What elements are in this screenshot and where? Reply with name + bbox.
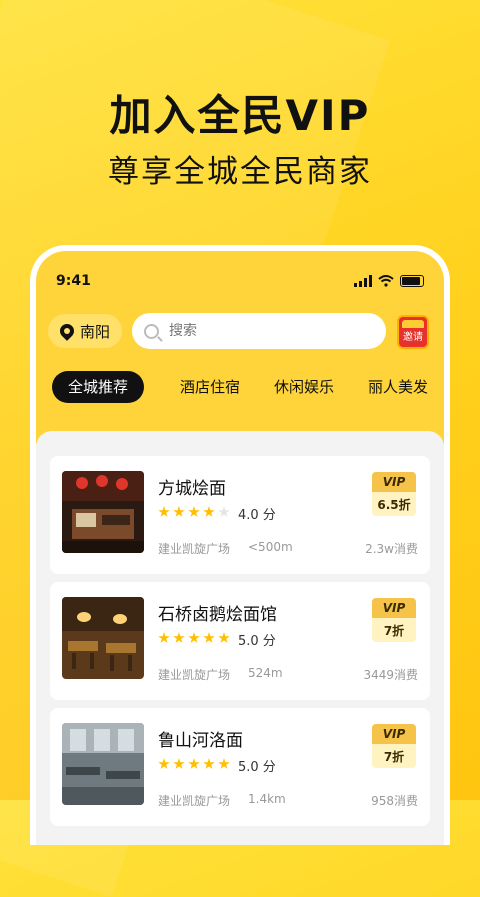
merchant-name: 方城烩面 [158, 479, 226, 499]
status-icons [354, 275, 424, 287]
location-selector[interactable]: 南阳 [48, 314, 122, 348]
search-input[interactable] [167, 322, 351, 340]
status-time: 9:41 [56, 273, 91, 289]
merchant-card[interactable]: 石桥卤鹅烩面馆 5.0 分 建业凯旋广场 524m 3449消费 VIP 7折 [50, 582, 430, 700]
vip-label: VIP [372, 724, 416, 744]
merchant-distance: 1.4km [248, 792, 286, 806]
merchant-photo [62, 723, 144, 805]
invite-button[interactable]: 邀请 [397, 315, 429, 349]
merchant-photo [62, 471, 144, 553]
star-rating [158, 758, 230, 770]
rating-text: 5.0 分 [238, 634, 276, 649]
merchant-spend: 2.3w消费 [365, 542, 418, 556]
merchant-address: 建业凯旋广场 [158, 794, 231, 808]
star-icon [203, 758, 215, 769]
merchant-list: 方城烩面 4.0 分 建业凯旋广场 <500m 2.3w消费 VIP 6.5折 [36, 431, 444, 845]
star-icon [188, 632, 200, 643]
hero-title: 加入全民VIP [109, 91, 371, 140]
signal-icon [354, 275, 372, 287]
tab-recommend[interactable]: 全城推荐 [52, 371, 145, 403]
star-empty-icon [218, 506, 230, 517]
star-icon [218, 758, 230, 769]
rating-text: 5.0 分 [238, 760, 276, 775]
merchant-card[interactable]: 鲁山河洛面 5.0 分 建业凯旋广场 1.4km 958消费 VIP 7折 [50, 708, 430, 826]
battery-icon [400, 275, 424, 287]
star-icon [203, 632, 215, 643]
star-icon [158, 758, 170, 769]
tab-hotel[interactable]: 酒店住宿 [180, 371, 240, 403]
location-city: 南阳 [79, 322, 110, 341]
merchant-distance: <500m [248, 540, 293, 554]
vip-discount-badge: VIP 7折 [372, 598, 416, 642]
discount-label: 6.5折 [377, 497, 411, 512]
location-pin-icon [57, 321, 77, 341]
category-tabs: 全城推荐 酒店住宿 休闲娱乐 丽人美发 [52, 371, 444, 403]
phone-frame: 9:41 南阳 邀请 全城推荐 酒店住宿 休闲娱乐 丽人美发 [30, 245, 450, 845]
rating-text: 4.0 分 [238, 508, 276, 523]
star-icon [173, 758, 185, 769]
status-bar: 9:41 [36, 273, 444, 291]
hero-subtitle: 尊享全城全民商家 [108, 154, 372, 190]
wifi-icon [378, 275, 394, 287]
star-icon [188, 506, 200, 517]
merchant-address: 建业凯旋广场 [158, 542, 231, 556]
discount-label: 7折 [383, 749, 405, 764]
star-icon [173, 632, 185, 643]
star-icon [173, 506, 185, 517]
tab-beauty[interactable]: 丽人美发 [368, 371, 428, 403]
star-icon [158, 632, 170, 643]
tab-entertainment[interactable]: 休闲娱乐 [274, 371, 334, 403]
search-icon [144, 323, 159, 339]
star-icon [218, 632, 230, 643]
merchant-name: 鲁山河洛面 [158, 731, 243, 751]
vip-discount-badge: VIP 7折 [372, 724, 416, 768]
merchant-photo [62, 597, 144, 679]
star-icon [203, 506, 215, 517]
vip-label: VIP [372, 472, 416, 492]
merchant-distance: 524m [248, 666, 283, 680]
merchant-name: 石桥卤鹅烩面馆 [158, 605, 277, 625]
star-rating [158, 632, 230, 644]
vip-label: VIP [372, 598, 416, 618]
search-bar[interactable] [132, 313, 386, 349]
discount-label: 7折 [383, 623, 405, 638]
merchant-spend: 3449消费 [363, 668, 418, 682]
merchant-address: 建业凯旋广场 [158, 668, 231, 682]
vip-discount-badge: VIP 6.5折 [372, 472, 416, 516]
merchant-card[interactable]: 方城烩面 4.0 分 建业凯旋广场 <500m 2.3w消费 VIP 6.5折 [50, 456, 430, 574]
star-icon [158, 506, 170, 517]
star-icon [188, 758, 200, 769]
star-rating [158, 506, 230, 518]
merchant-spend: 958消费 [371, 794, 418, 808]
